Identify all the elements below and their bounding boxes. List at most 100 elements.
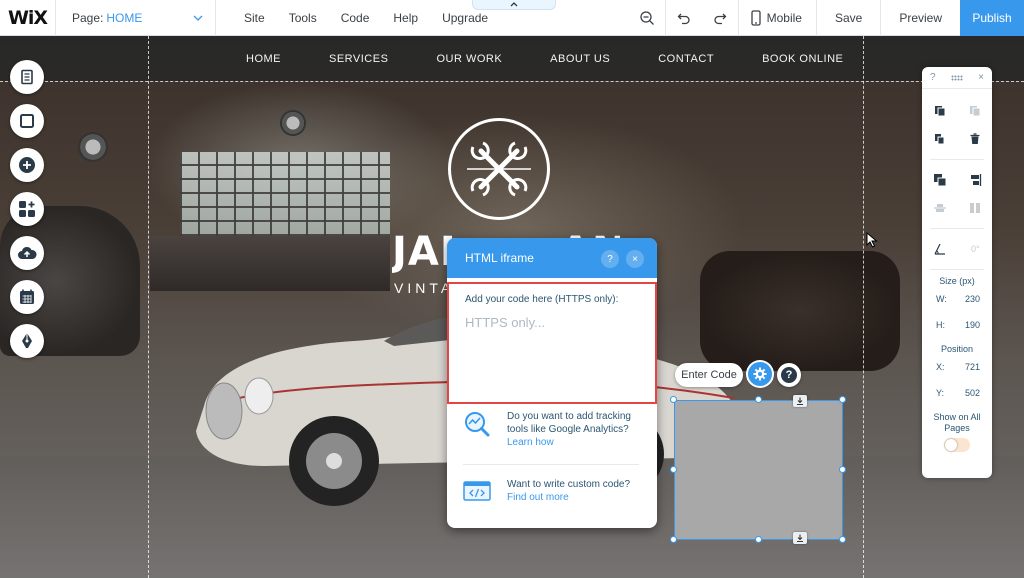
y-value[interactable]: 502	[965, 388, 980, 398]
resize-handle[interactable]	[670, 396, 677, 403]
bookings-button[interactable]	[10, 280, 44, 314]
x-value[interactable]: 721	[965, 362, 980, 372]
mobile-view-button[interactable]: Mobile	[739, 0, 816, 36]
height-field[interactable]: H: 190	[922, 312, 992, 338]
rotate-row: 0°	[922, 235, 992, 263]
menu-help[interactable]: Help	[381, 11, 430, 25]
blog-button[interactable]	[10, 324, 44, 358]
height-value[interactable]: 190	[965, 320, 980, 330]
height-label: H:	[936, 320, 945, 330]
distribute-icon[interactable]	[933, 201, 947, 215]
code-input[interactable]	[465, 315, 645, 375]
size-label: Size (px)	[939, 276, 975, 286]
html-iframe-dialog: HTML iframe ? × Add your code here (HTTP…	[447, 238, 657, 528]
background-button[interactable]	[10, 104, 44, 138]
wix-logo[interactable]: WiX	[0, 0, 56, 36]
site-nav-home[interactable]: HOME	[246, 53, 281, 65]
tools-panel-help[interactable]: ?	[930, 72, 936, 83]
resize-handle[interactable]	[755, 536, 762, 543]
resize-handle[interactable]	[670, 466, 677, 473]
preview-button[interactable]: Preview	[880, 0, 960, 36]
anchor-top[interactable]	[793, 395, 807, 407]
divider	[930, 159, 984, 160]
undo-button[interactable]	[666, 0, 702, 36]
rotate-icon[interactable]	[934, 243, 946, 255]
background-icon	[20, 114, 34, 128]
menu-code[interactable]: Code	[329, 11, 382, 25]
mobile-phone-icon	[750, 10, 761, 26]
site-nav-contact[interactable]: CONTACT	[658, 53, 714, 65]
page-selector-value: HOME	[106, 10, 143, 25]
site-nav-book-online[interactable]: BOOK ONLINE	[762, 53, 843, 65]
rotate-value[interactable]: 0°	[971, 244, 980, 254]
editor-top-bar: WiX Page: HOME Site Tools Code Help Upgr…	[0, 0, 1024, 36]
page-selector[interactable]: Page: HOME	[56, 0, 216, 36]
trash-icon[interactable]	[969, 133, 981, 145]
learn-how-link[interactable]: Learn how	[507, 436, 635, 449]
menu-tools[interactable]: Tools	[277, 11, 329, 25]
width-value[interactable]: 230	[965, 294, 980, 304]
chevron-down-icon	[193, 15, 203, 21]
show-on-all-pages-toggle[interactable]	[944, 438, 970, 452]
resize-handle[interactable]	[839, 396, 846, 403]
tracking-tools-tip: Do you want to add tracking tools like G…	[463, 410, 635, 449]
collapse-topbar-tab[interactable]	[472, 0, 556, 10]
width-field[interactable]: W: 230	[922, 286, 992, 312]
custom-code-tip-text: Want to write custom code?	[507, 479, 631, 490]
zoom-out-button[interactable]	[629, 0, 665, 36]
menus-pages-button[interactable]	[10, 60, 44, 94]
download-arrow-icon	[797, 397, 803, 405]
plus-circle-icon	[19, 157, 35, 173]
add-apps-button[interactable]	[10, 192, 44, 226]
show-on-all-pages-label: Show on All Pages	[933, 412, 981, 433]
site-nav-our-work[interactable]: OUR WORK	[436, 53, 502, 65]
redo-button[interactable]	[702, 0, 738, 36]
crossed-wrenches-icon	[467, 141, 531, 197]
media-upload-button[interactable]	[10, 236, 44, 270]
download-arrow-icon	[797, 534, 803, 542]
dialog-header[interactable]: HTML iframe ? ×	[447, 238, 657, 278]
copy-icon[interactable]	[934, 105, 946, 117]
x-field[interactable]: X: 721	[922, 354, 992, 380]
paste-icon[interactable]	[969, 105, 981, 117]
site-nav-services[interactable]: SERVICES	[329, 53, 388, 65]
divider	[930, 228, 984, 229]
resize-handle[interactable]	[839, 466, 846, 473]
menu-site[interactable]: Site	[232, 11, 277, 25]
add-button[interactable]	[10, 148, 44, 182]
site-logo[interactable]	[448, 118, 550, 220]
left-editor-toolbar	[10, 60, 44, 368]
resize-handle[interactable]	[839, 536, 846, 543]
site-title-left[interactable]: JADE	[392, 229, 452, 275]
resize-handle[interactable]	[755, 396, 762, 403]
element-help-button[interactable]: ?	[777, 363, 801, 387]
site-header[interactable]: HOME SERVICES OUR WORK ABOUT US CONTACT …	[0, 36, 1024, 81]
duplicate-icon[interactable]	[934, 133, 946, 145]
find-out-more-link[interactable]: Find out more	[507, 491, 635, 504]
tools-panel-header: ? ×	[922, 67, 992, 89]
y-label: Y:	[936, 388, 945, 398]
site-nav-about-us[interactable]: ABOUT US	[550, 53, 610, 65]
editor-stage[interactable]: HOME SERVICES OUR WORK ABOUT US CONTACT …	[0, 36, 1024, 578]
html-iframe-element[interactable]	[674, 400, 843, 540]
align-icon[interactable]	[968, 173, 982, 187]
drag-handle-icon[interactable]	[951, 75, 963, 81]
site-subtitle[interactable]: VINTA	[394, 280, 449, 296]
save-button[interactable]: Save	[815, 0, 880, 36]
y-field[interactable]: Y: 502	[922, 380, 992, 406]
match-size-icon[interactable]	[968, 201, 982, 215]
top-menu: Site Tools Code Help Upgrade	[232, 0, 500, 36]
enter-code-button[interactable]: Enter Code	[675, 363, 743, 387]
bring-forward-icon[interactable]	[933, 173, 947, 187]
anchor-bottom[interactable]	[793, 532, 807, 544]
workbench	[150, 236, 390, 291]
dialog-close-button[interactable]: ×	[626, 250, 644, 268]
resize-handle[interactable]	[670, 536, 677, 543]
header-guide	[0, 81, 1024, 82]
dialog-help-button[interactable]: ?	[601, 250, 619, 268]
publish-button[interactable]: Publish	[960, 0, 1024, 36]
redo-icon	[713, 13, 727, 25]
menu-upgrade[interactable]: Upgrade	[430, 11, 500, 25]
tools-panel-close[interactable]: ×	[978, 72, 984, 83]
settings-button[interactable]	[748, 362, 772, 386]
